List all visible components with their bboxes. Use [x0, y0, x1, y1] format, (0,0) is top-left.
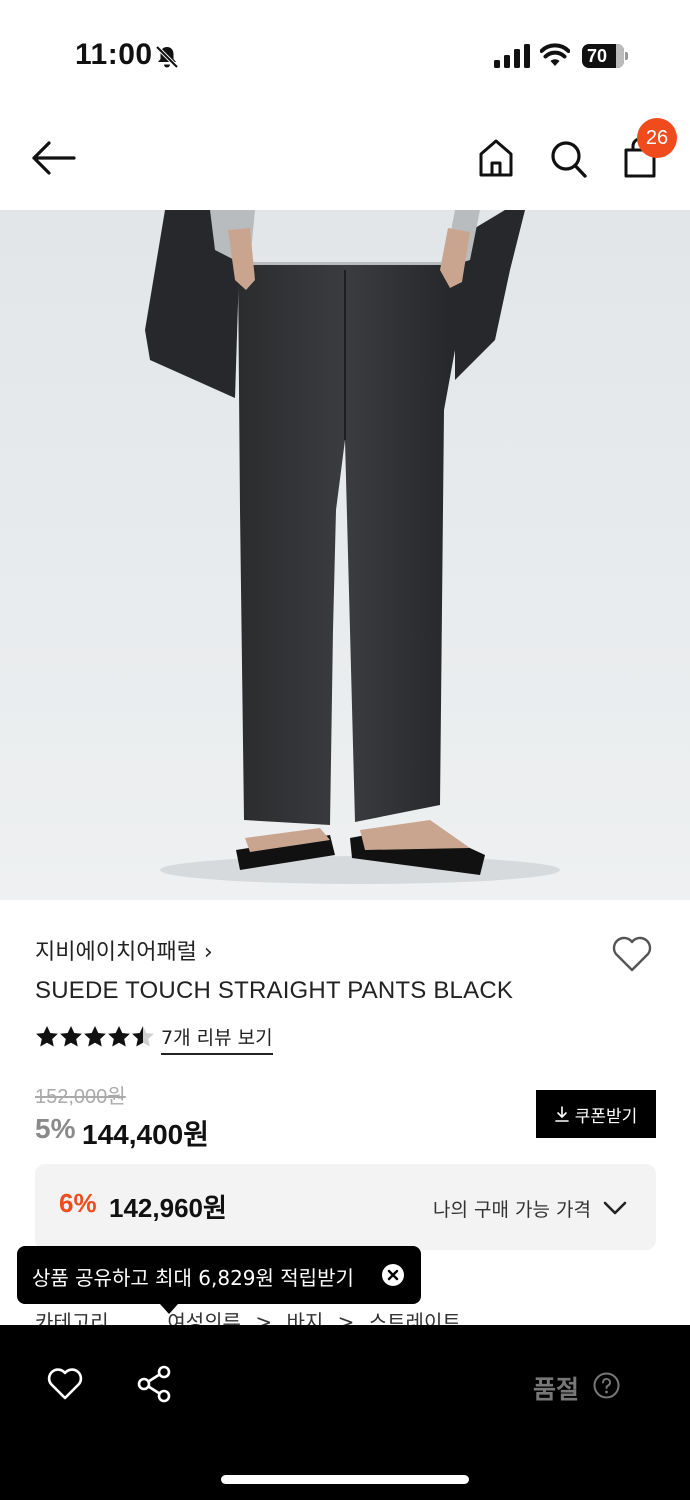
- back-arrow-icon[interactable]: [30, 138, 78, 178]
- my-price-value: 142,960원: [109, 1193, 227, 1223]
- half-star-icon: [132, 1026, 154, 1047]
- rating-stars: [36, 1026, 154, 1047]
- wishlist-heart-icon[interactable]: [610, 934, 654, 974]
- bell-off-icon: [155, 45, 179, 69]
- bottom-action-bar: 품절: [0, 1325, 690, 1500]
- battery-indicator: 70: [582, 44, 628, 68]
- share-reward-toast: 상품 공유하고 최대 6,829원 적립받기: [17, 1246, 421, 1314]
- top-nav: [0, 110, 690, 210]
- my-price-label: 나의 구매 가능 가격: [433, 1199, 591, 1221]
- product-photo: [145, 210, 560, 884]
- my-discount-rate: 6%: [59, 1188, 97, 1218]
- star-icon: [60, 1026, 82, 1047]
- my-price-panel[interactable]: 6% 142,960원 나의 구매 가능 가격: [35, 1164, 656, 1250]
- brand-link[interactable]: 지비에이치어패럴 ›: [35, 934, 213, 966]
- review-link[interactable]: 7개 리뷰 보기: [161, 1023, 273, 1055]
- product-image[interactable]: [0, 210, 690, 900]
- cart-count-badge: 26: [637, 118, 677, 158]
- status-bar: 11:00 70: [0, 0, 690, 110]
- battery-level: 70: [587, 46, 608, 66]
- toast-message: 상품 공유하고 최대 6,829원 적립받기: [32, 1266, 354, 1290]
- close-icon[interactable]: [382, 1264, 404, 1286]
- coupon-button-label: 쿠폰받기: [574, 1106, 638, 1127]
- search-icon[interactable]: [547, 136, 589, 180]
- share-icon[interactable]: [136, 1365, 172, 1403]
- wifi-icon: [540, 43, 570, 66]
- star-icon: [84, 1026, 106, 1047]
- sale-price: 144,400원: [82, 1119, 209, 1150]
- signal-icon: [494, 44, 530, 68]
- heart-icon[interactable]: [47, 1367, 83, 1401]
- chevron-down-icon: [603, 1201, 627, 1215]
- get-coupon-button[interactable]: 쿠폰받기: [536, 1090, 656, 1138]
- original-price: 152,000원: [35, 1086, 126, 1108]
- star-icon: [36, 1026, 58, 1047]
- help-icon[interactable]: [593, 1372, 620, 1399]
- home-icon[interactable]: [476, 136, 516, 180]
- status-time: 11:00: [75, 38, 153, 71]
- sold-out-status: 품절: [533, 1375, 580, 1404]
- product-title: SUEDE TOUCH STRAIGHT PANTS BLACK: [35, 977, 514, 1004]
- discount-rate: 5%: [35, 1113, 76, 1144]
- brand-chevron-icon: ›: [203, 940, 213, 965]
- star-icon: [108, 1026, 130, 1047]
- download-icon: [554, 1106, 569, 1122]
- home-indicator[interactable]: [221, 1475, 469, 1484]
- brand-name: 지비에이치어패럴: [35, 940, 197, 965]
